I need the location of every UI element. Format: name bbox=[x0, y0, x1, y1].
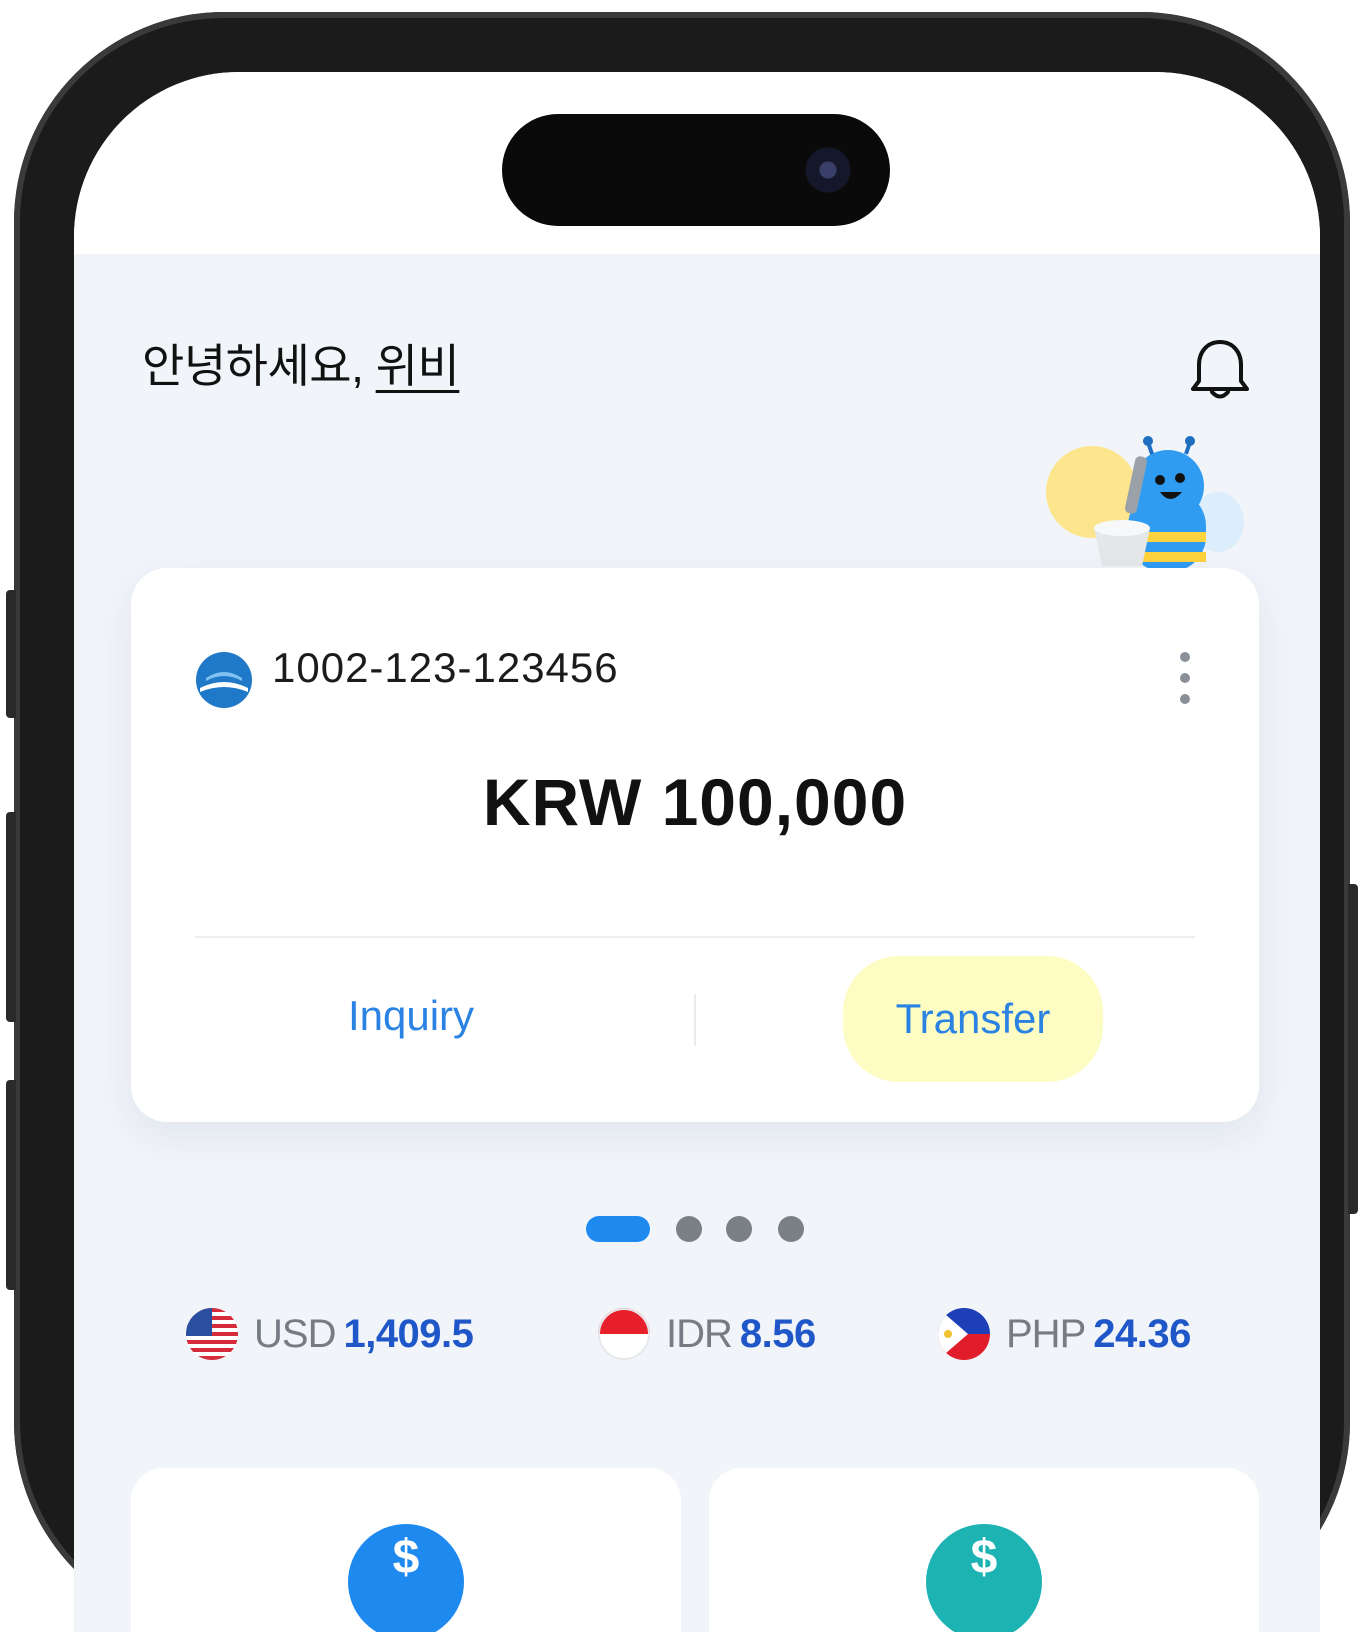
card-divider bbox=[195, 936, 1195, 938]
more-options-icon[interactable] bbox=[1173, 652, 1197, 708]
rate-idr[interactable]: IDR 8.56 bbox=[598, 1298, 816, 1370]
transfer-button[interactable]: Transfer bbox=[843, 956, 1103, 1082]
service-tile[interactable]: $ bbox=[709, 1468, 1259, 1632]
action-button bbox=[6, 590, 16, 718]
rate-value: 24.36 bbox=[1093, 1311, 1191, 1356]
carousel-dot[interactable] bbox=[676, 1216, 702, 1242]
greeting-prefix: 안녕하세요, bbox=[142, 340, 376, 392]
carousel-dot[interactable] bbox=[726, 1216, 752, 1242]
phone-frame: 안녕하세요, 위비 1002-123-123456 KRW 100,000 In… bbox=[6, 12, 1358, 1632]
account-balance: KRW 100,000 bbox=[482, 765, 908, 839]
rate-usd[interactable]: USD 1,409.5 bbox=[186, 1298, 474, 1370]
bell-icon[interactable] bbox=[1184, 334, 1256, 406]
id-flag-icon bbox=[598, 1308, 650, 1360]
volume-up-button bbox=[6, 812, 16, 1022]
dollar-icon: $ bbox=[348, 1524, 464, 1632]
user-name-link[interactable]: 위비 bbox=[376, 340, 460, 392]
rate-php[interactable]: PHP 24.36 bbox=[938, 1298, 1191, 1370]
side-button bbox=[1348, 884, 1358, 1214]
rate-value: 1,409.5 bbox=[343, 1311, 474, 1356]
dynamic-island bbox=[502, 114, 890, 226]
camera-icon bbox=[802, 144, 854, 196]
carousel-dot[interactable] bbox=[778, 1216, 804, 1242]
app-screen: 안녕하세요, 위비 1002-123-123456 KRW 100,000 In… bbox=[74, 72, 1320, 1632]
account-number: 1002-123-123456 bbox=[272, 644, 619, 691]
dollar-icon: $ bbox=[926, 1524, 1042, 1632]
volume-down-button bbox=[6, 1080, 16, 1290]
service-tile[interactable]: $ bbox=[131, 1468, 681, 1632]
action-separator bbox=[694, 994, 696, 1046]
bee-mascot-illustration bbox=[1046, 436, 1244, 572]
rate-currency: IDR bbox=[666, 1311, 733, 1356]
ph-flag-icon bbox=[938, 1308, 990, 1360]
bank-logo-icon bbox=[196, 652, 252, 708]
carousel-dot-active[interactable] bbox=[586, 1216, 650, 1242]
account-card[interactable]: 1002-123-123456 KRW 100,000 Inquiry Tran… bbox=[131, 568, 1259, 1122]
rate-currency: USD bbox=[254, 1311, 336, 1356]
rate-currency: PHP bbox=[1006, 1311, 1086, 1356]
rate-value: 8.56 bbox=[739, 1311, 816, 1356]
us-flag-icon bbox=[186, 1308, 238, 1360]
greeting-text: 안녕하세요, 위비 bbox=[142, 330, 460, 396]
exchange-rate-bar: USD 1,409.5 IDR 8.56 PHP 24.36 bbox=[74, 1298, 1320, 1370]
inquiry-button[interactable]: Inquiry bbox=[291, 992, 531, 1052]
